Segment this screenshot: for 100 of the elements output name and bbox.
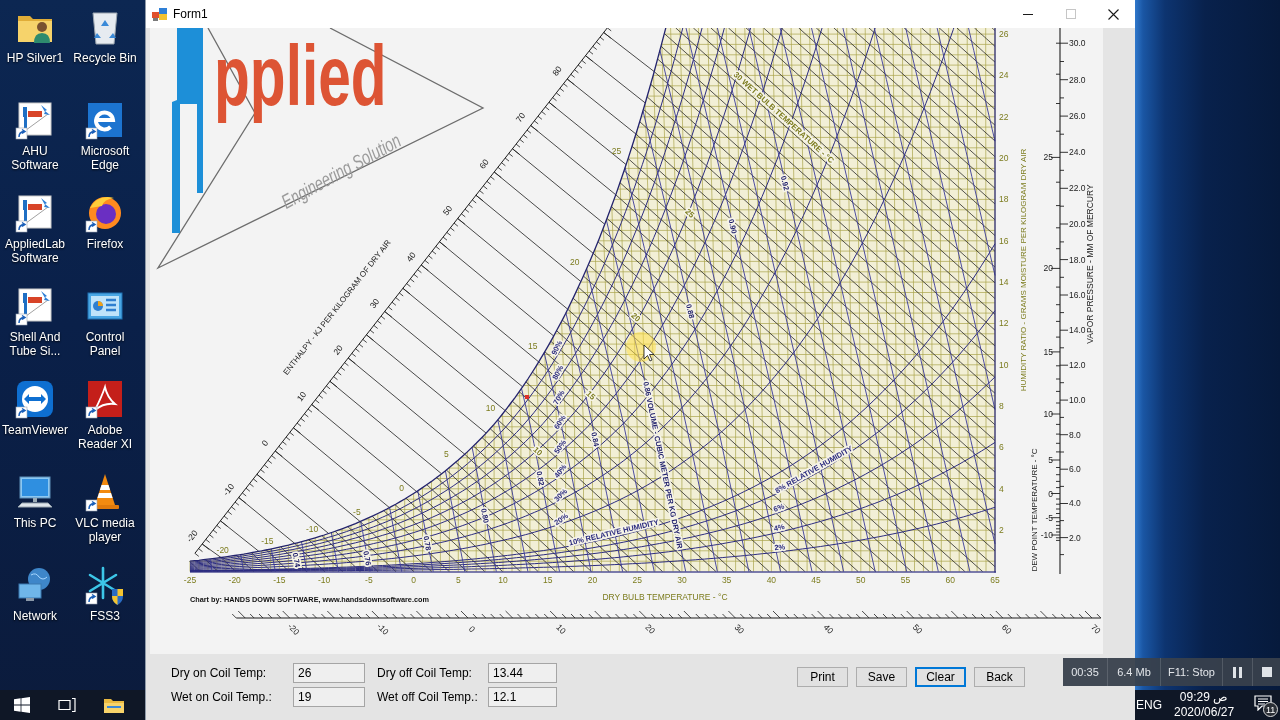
axis-tick-label: 16 — [999, 235, 1009, 246]
axis-tick-label: -10 — [318, 575, 331, 585]
field-label: Wet on Coil Temp.: — [171, 690, 273, 704]
axis-tick-label: 26.0 — [1069, 111, 1086, 122]
scale-tick-label: -10 — [375, 621, 391, 637]
axis-tick-label: 18.0 — [1069, 254, 1086, 265]
axis-tick-label: 24 — [999, 70, 1009, 81]
axis-title: HUMIDITY RATIO - GRAMS MOISTURE PER KILOGRAM DRY AIR — [1019, 148, 1028, 392]
axis-title: VAPOR PRESSURE - MM OF MERCURY — [1085, 184, 1095, 344]
desktop-shortcut[interactable]: This PC — [0, 471, 70, 564]
volume-line — [209, 558, 213, 572]
scale-tick-label: 30 — [732, 622, 747, 636]
desktop-shortcut[interactable]: Adobe Reader XI — [70, 378, 140, 471]
axis-tick-label: 25 — [632, 575, 642, 585]
axis-tick-label: 0 — [259, 438, 271, 448]
desktop-shortcut[interactable]: Network — [0, 564, 70, 657]
cursor-icon — [626, 332, 656, 362]
saturation-temperature-label: -10 — [306, 524, 319, 534]
language-indicator[interactable]: ENG — [1136, 698, 1162, 712]
axis-tick-label: 55 — [900, 575, 911, 585]
input-field[interactable]: 13.44 — [488, 663, 557, 683]
recording-time: 00:35 — [1070, 665, 1100, 680]
axis-tick-label: 70 — [513, 110, 528, 125]
desktop-shortcut[interactable]: Firefox — [70, 192, 140, 285]
axis-tick-label: -25 — [183, 575, 197, 585]
desktop-shortcut[interactable]: VLC media player — [70, 471, 140, 564]
scale-tick-label: 60 — [999, 622, 1014, 636]
axis-tick-label: -5 — [365, 575, 373, 585]
saturation-temperature-label: 20 — [570, 257, 580, 268]
axis-tick-label: 40 — [766, 575, 777, 585]
form-button[interactable]: Back — [974, 667, 1025, 687]
axis-tick-label: 30 — [677, 575, 687, 585]
close-icon — [1108, 8, 1119, 20]
wet-bulb-label: 25 — [683, 207, 696, 220]
axis-tick-label: 60 — [477, 157, 491, 171]
axis-tick-label: 10 — [1043, 409, 1053, 420]
scale-tick-label: 70 — [1089, 622, 1103, 636]
axis-tick-label: -10 — [1040, 530, 1053, 540]
scale-tick-label: 40 — [821, 622, 836, 636]
axis-tick-label: 50 — [856, 575, 866, 585]
axis-tick-label: 2 — [999, 525, 1004, 536]
form-button[interactable]: Clear — [915, 667, 966, 687]
axis-tick-label: -20 — [228, 575, 241, 585]
axis-tick-label: 10 — [498, 575, 508, 585]
saturation-temperature-label: -20 — [216, 544, 229, 555]
clock-date[interactable]: 2020/06/27 — [1174, 705, 1235, 720]
desktop-shortcut[interactable]: Control Panel — [70, 285, 140, 378]
axis-tick-label: -5 — [1045, 512, 1053, 523]
volume-line — [240, 554, 245, 572]
wet-bulb-label: 15 — [584, 389, 597, 402]
axis-tick-label: 22.0 — [1069, 183, 1086, 194]
form-button[interactable]: Print — [797, 667, 848, 687]
point-marker-icon — [525, 395, 529, 399]
desktop-shortcut[interactable]: Shell And Tube Si... — [0, 285, 70, 378]
axis-tick-label: 0 — [1048, 488, 1053, 499]
axis-tick-label: -10 — [220, 481, 237, 498]
folder-icon[interactable] — [104, 697, 124, 713]
desktop-shortcut[interactable]: AHU Software — [0, 99, 70, 192]
axis-tick-label: 20 — [587, 575, 598, 585]
volume-line — [389, 507, 403, 572]
axis-tick-label: 5 — [455, 575, 461, 585]
stop-icon — [1261, 667, 1272, 677]
form-button[interactable]: Save — [856, 667, 907, 687]
input-field[interactable]: 26 — [293, 663, 365, 683]
saturation-temperature-label: 0 — [399, 482, 404, 493]
axis-tick-label: 45 — [811, 575, 821, 585]
desktop-shortcut[interactable]: Recycle Bin — [70, 6, 140, 99]
notification-icon[interactable] — [1254, 695, 1273, 711]
axis-tick-label: 28.0 — [1069, 74, 1086, 85]
input-field[interactable]: 12.1 — [488, 687, 557, 707]
axis-tick-label: 6.0 — [1069, 464, 1081, 475]
scale-tick-label: 10 — [554, 622, 568, 636]
axis-tick-label: 5 — [1048, 454, 1053, 465]
axis-tick-label: 15 — [1043, 346, 1053, 357]
window-title: Form1 — [173, 7, 208, 21]
desktop-shortcut[interactable]: Microsoft Edge — [70, 99, 140, 192]
desktop-shortcut[interactable]: FSS3 — [70, 564, 140, 657]
task-view-icon[interactable] — [58, 697, 76, 713]
saturation-temperature-label: -5 — [353, 506, 361, 517]
clock-time[interactable]: 09:29 ص — [1179, 690, 1229, 705]
scale-tick-label: 0 — [466, 623, 478, 635]
desktop-shortcut[interactable]: AppliedLab Software — [0, 192, 70, 285]
axis-tick-label: 10 — [294, 389, 309, 404]
axis-tick-label: 20 — [331, 343, 345, 357]
axis-title: DRY BULB TEMPERATURE - °C — [602, 592, 728, 602]
axis-tick-label: 22 — [999, 111, 1009, 122]
desktop-shortcut[interactable]: TeamViewer — [0, 378, 70, 471]
axis-tick-label: 14.0 — [1069, 325, 1086, 336]
axis-tick-label: 40 — [404, 250, 418, 264]
desktop-shortcut[interactable]: HP Silver1 — [0, 6, 70, 99]
axis-tick-label: 80 — [550, 64, 564, 78]
axis-tick-label: -20 — [184, 528, 200, 544]
axis-tick-label: 14 — [999, 277, 1009, 288]
saturation-temperature-label: 15 — [528, 340, 538, 351]
input-field[interactable]: 19 — [293, 687, 365, 707]
axis-tick-label: 8.0 — [1069, 429, 1081, 440]
saturation-temperature-label: 10 — [485, 403, 496, 414]
start-icon[interactable] — [14, 697, 30, 713]
axis-tick-label: 20.0 — [1069, 219, 1086, 230]
saturation-temperature-label: 25 — [611, 146, 622, 157]
